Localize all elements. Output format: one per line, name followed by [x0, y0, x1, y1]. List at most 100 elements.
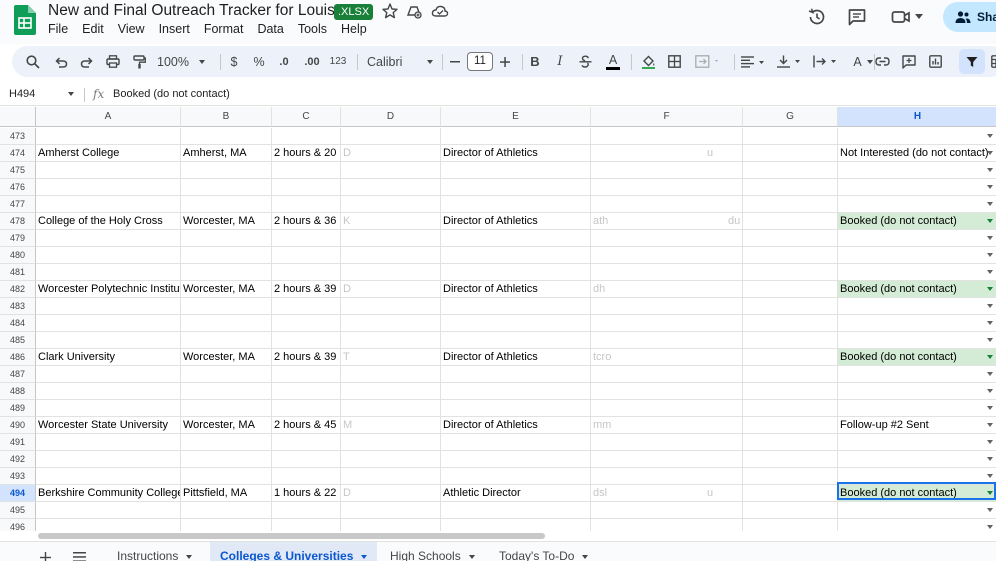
column-header-a[interactable]: A — [36, 107, 181, 127]
cell-f485[interactable] — [591, 332, 743, 349]
cell-d486[interactable]: T — [341, 349, 441, 366]
sheet-tab-colleges-universities[interactable]: Colleges & Universities — [210, 542, 378, 561]
cell-d491[interactable] — [341, 434, 441, 451]
cell-g491[interactable] — [743, 434, 838, 451]
status-dropdown-icon[interactable] — [987, 423, 993, 427]
cell-h481[interactable] — [838, 264, 996, 281]
cell-f484[interactable] — [591, 315, 743, 332]
cell-b492[interactable] — [181, 451, 272, 468]
status-dropdown-icon[interactable] — [987, 236, 993, 240]
cell-g492[interactable] — [743, 451, 838, 468]
menu-format[interactable]: Format — [204, 22, 249, 36]
status-dropdown-icon[interactable] — [987, 338, 993, 342]
cell-a491[interactable] — [36, 434, 181, 451]
status-dropdown-icon[interactable] — [987, 185, 993, 189]
row-header[interactable]: 476 — [0, 179, 36, 196]
cell-g485[interactable] — [743, 332, 838, 349]
cell-h478[interactable]: Booked (do not contact) — [838, 213, 996, 230]
cell-h490[interactable]: Follow-up #2 Sent — [838, 417, 996, 434]
cell-a487[interactable] — [36, 366, 181, 383]
comments-icon[interactable] — [846, 6, 868, 28]
sheet-tab-high-schools[interactable]: High Schools — [390, 542, 475, 561]
more-formats-button[interactable]: 123 — [326, 46, 350, 77]
cell-c482[interactable]: 2 hours & 39 mins — [272, 281, 341, 298]
cell-e480[interactable] — [441, 247, 591, 264]
cell-f480[interactable] — [591, 247, 743, 264]
cell-d475[interactable] — [341, 162, 441, 179]
currency-format-button[interactable]: $ — [224, 46, 244, 77]
cell-f473[interactable] — [591, 128, 743, 145]
cell-a495[interactable] — [36, 502, 181, 519]
cell-d490[interactable]: M — [341, 417, 441, 434]
cell-b486[interactable]: Worcester, MA — [181, 349, 272, 366]
cell-c492[interactable] — [272, 451, 341, 468]
cell-c485[interactable] — [272, 332, 341, 349]
row-header[interactable]: 474 — [0, 145, 36, 162]
horizontal-align-button[interactable] — [738, 46, 772, 77]
cell-g488[interactable] — [743, 383, 838, 400]
row-header[interactable]: 494 — [0, 485, 36, 502]
search-menus-button[interactable] — [22, 46, 44, 77]
cell-c494[interactable]: 1 hours & 22 mins — [272, 485, 341, 502]
insert-link-button[interactable] — [872, 46, 892, 77]
cell-f488[interactable] — [591, 383, 743, 400]
cell-h484[interactable] — [838, 315, 996, 332]
cell-b478[interactable]: Worcester, MA — [181, 213, 272, 230]
percent-format-button[interactable]: % — [249, 46, 269, 77]
cell-b480[interactable] — [181, 247, 272, 264]
cell-d485[interactable] — [341, 332, 441, 349]
row-header[interactable]: 489 — [0, 400, 36, 417]
cell-d487[interactable] — [341, 366, 441, 383]
cell-c473[interactable] — [272, 128, 341, 145]
status-dropdown-icon[interactable] — [987, 304, 993, 308]
merge-cells-button[interactable] — [692, 46, 724, 77]
cell-f491[interactable] — [591, 434, 743, 451]
cell-b484[interactable] — [181, 315, 272, 332]
insert-comment-button[interactable] — [899, 46, 919, 77]
select-all-corner[interactable] — [0, 107, 36, 127]
row-header[interactable]: 481 — [0, 264, 36, 281]
document-title[interactable]: New and Final Outreach Tracker for Louis… — [48, 2, 344, 20]
cell-e483[interactable] — [441, 298, 591, 315]
print-button[interactable] — [102, 46, 124, 77]
cell-f474[interactable] — [591, 145, 743, 162]
vertical-align-button[interactable] — [774, 46, 808, 77]
cell-d480[interactable] — [341, 247, 441, 264]
cell-a490[interactable]: Worcester State University — [36, 417, 181, 434]
cell-f477[interactable] — [591, 196, 743, 213]
cell-g474[interactable] — [743, 145, 838, 162]
cell-h487[interactable] — [838, 366, 996, 383]
strikethrough-button[interactable] — [576, 46, 594, 77]
cell-h476[interactable] — [838, 179, 996, 196]
cell-b493[interactable] — [181, 468, 272, 485]
add-sheet-button[interactable] — [40, 542, 56, 561]
horizontal-scrollbar-thumb[interactable] — [38, 533, 545, 539]
row-header[interactable]: 496 — [0, 519, 36, 531]
column-header-g[interactable]: G — [743, 107, 838, 127]
cloud-saved-icon[interactable] — [431, 2, 449, 20]
cell-d481[interactable] — [341, 264, 441, 281]
menu-view[interactable]: View — [118, 22, 150, 36]
cell-a489[interactable] — [36, 400, 181, 417]
cell-a473[interactable] — [36, 128, 181, 145]
cell-f489[interactable] — [591, 400, 743, 417]
column-header-c[interactable]: C — [272, 107, 341, 127]
cell-e491[interactable] — [441, 434, 591, 451]
cell-g493[interactable] — [743, 468, 838, 485]
cell-h489[interactable] — [838, 400, 996, 417]
cell-g496[interactable] — [743, 519, 838, 531]
row-header[interactable]: 487 — [0, 366, 36, 383]
formula-input[interactable]: Booked (do not contact) — [113, 88, 230, 100]
row-header[interactable]: 473 — [0, 128, 36, 145]
status-dropdown-icon[interactable] — [987, 219, 993, 223]
status-dropdown-icon[interactable] — [987, 457, 993, 461]
status-dropdown-icon[interactable] — [987, 440, 993, 444]
cell-a488[interactable] — [36, 383, 181, 400]
cell-e494[interactable]: Athletic Director — [441, 485, 591, 502]
cell-b479[interactable] — [181, 230, 272, 247]
cell-g486[interactable] — [743, 349, 838, 366]
cell-e489[interactable] — [441, 400, 591, 417]
cell-h473[interactable] — [838, 128, 996, 145]
cell-b496[interactable] — [181, 519, 272, 531]
cell-f493[interactable] — [591, 468, 743, 485]
